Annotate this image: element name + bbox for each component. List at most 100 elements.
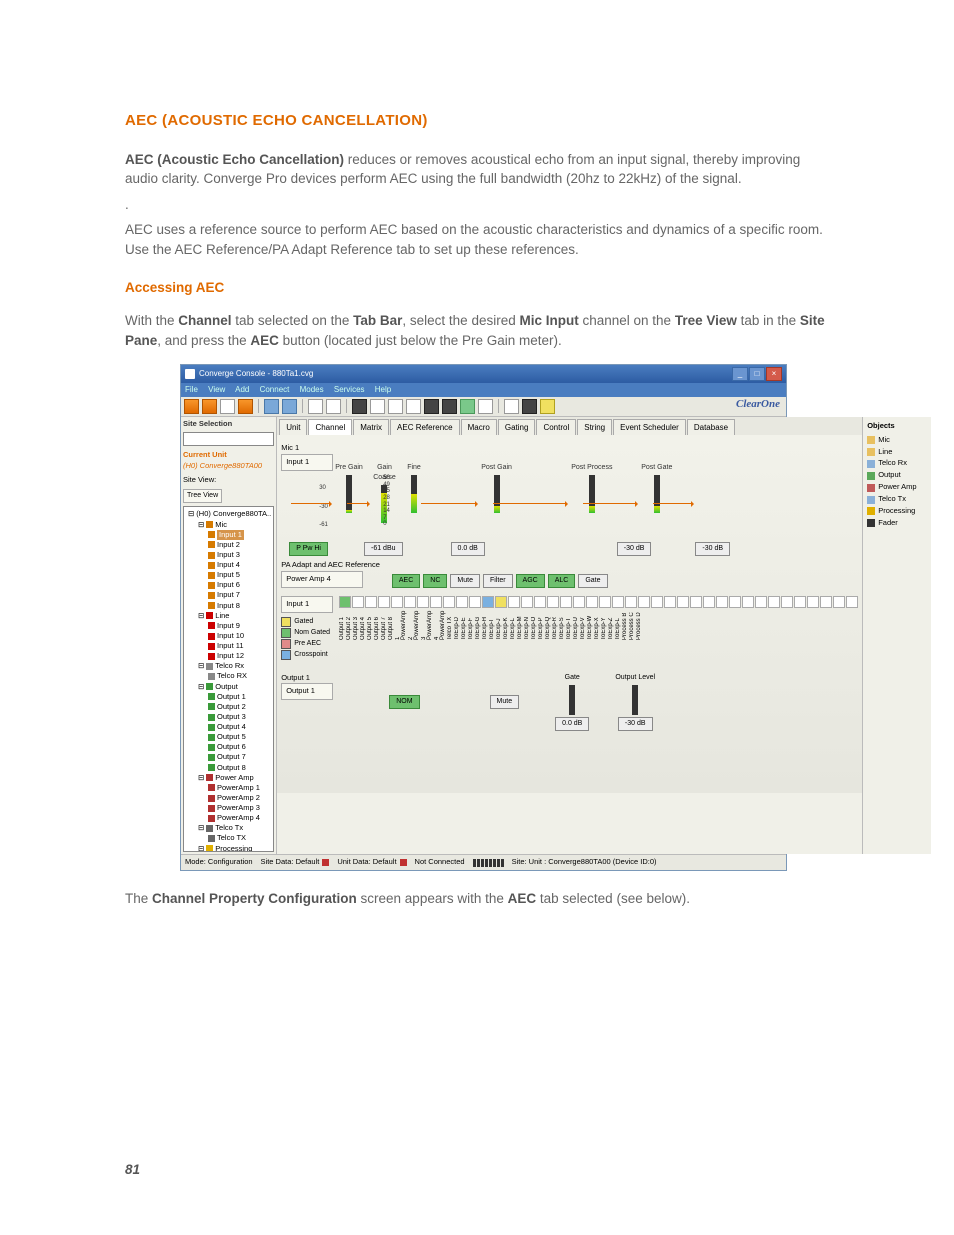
matrix-cell[interactable] bbox=[664, 596, 676, 608]
tree-item[interactable]: Output 6 bbox=[186, 742, 271, 752]
tree-item[interactable]: Output 3 bbox=[186, 712, 271, 722]
tree-view[interactable]: ⊟ (H0) Converge880TA.. ⊟ Mic Input 1 Inp… bbox=[183, 506, 274, 852]
toolbar-icon[interactable] bbox=[522, 399, 537, 414]
matrix-cell[interactable] bbox=[365, 596, 377, 608]
toolbar-icon[interactable] bbox=[352, 399, 367, 414]
matrix-cell[interactable] bbox=[456, 596, 468, 608]
matrix-cell[interactable] bbox=[781, 596, 793, 608]
matrix-cell[interactable] bbox=[534, 596, 546, 608]
menu-connect[interactable]: Connect bbox=[260, 385, 290, 394]
object-item[interactable]: Mic bbox=[867, 435, 927, 446]
tree-item[interactable]: Input 12 bbox=[186, 651, 271, 661]
toolbar-icon[interactable] bbox=[478, 399, 493, 414]
tree-item[interactable]: Output 5 bbox=[186, 732, 271, 742]
toolbar-icon[interactable] bbox=[184, 399, 199, 414]
tree-group-telcotx[interactable]: ⊟ Telco Tx bbox=[186, 823, 271, 833]
tree-item[interactable]: Input 11 bbox=[186, 641, 271, 651]
matrix-cell[interactable] bbox=[391, 596, 403, 608]
toolbar-icon[interactable] bbox=[460, 399, 475, 414]
matrix-cell[interactable] bbox=[690, 596, 702, 608]
object-item[interactable]: Fader bbox=[867, 518, 927, 529]
matrix-cell[interactable] bbox=[612, 596, 624, 608]
mute-button[interactable]: Mute bbox=[450, 574, 480, 588]
nc-button[interactable]: NC bbox=[423, 574, 447, 588]
matrix-cell[interactable] bbox=[482, 596, 494, 608]
toolbar-icon[interactable] bbox=[406, 399, 421, 414]
matrix-cell[interactable] bbox=[586, 596, 598, 608]
matrix-cell[interactable] bbox=[547, 596, 559, 608]
matrix-cell[interactable] bbox=[404, 596, 416, 608]
matrix-row[interactable] bbox=[339, 596, 858, 608]
tree-item[interactable]: Input 8 bbox=[186, 601, 271, 611]
matrix-cell[interactable] bbox=[625, 596, 637, 608]
menu-modes[interactable]: Modes bbox=[300, 385, 324, 394]
output-gate-readout[interactable]: 0.0 dB bbox=[555, 717, 589, 731]
phantom-power-button[interactable]: P Pw Hi bbox=[289, 542, 328, 556]
matrix-cell[interactable] bbox=[638, 596, 650, 608]
tab-database[interactable]: Database bbox=[687, 419, 735, 436]
matrix-cell[interactable] bbox=[339, 596, 351, 608]
object-item[interactable]: Output bbox=[867, 470, 927, 481]
tree-group-mic[interactable]: ⊟ Mic bbox=[186, 520, 271, 530]
site-selection-dropdown[interactable] bbox=[183, 432, 274, 446]
toolbar-icon[interactable] bbox=[424, 399, 439, 414]
menu-view[interactable]: View bbox=[208, 385, 225, 394]
tree-item[interactable]: PowerAmp 3 bbox=[186, 803, 271, 813]
output-mute-button[interactable]: Mute bbox=[490, 695, 520, 709]
matrix-cell[interactable] bbox=[651, 596, 663, 608]
menu-file[interactable]: File bbox=[185, 385, 198, 394]
toolbar-icon[interactable] bbox=[370, 399, 385, 414]
tab-aec-reference[interactable]: AEC Reference bbox=[390, 419, 460, 436]
matrix-cell[interactable] bbox=[768, 596, 780, 608]
object-item[interactable]: Power Amp bbox=[867, 482, 927, 493]
matrix-cell[interactable] bbox=[495, 596, 507, 608]
tree-item[interactable]: Telco RX bbox=[186, 671, 271, 681]
matrix-cell[interactable] bbox=[729, 596, 741, 608]
tree-group-line[interactable]: ⊟ Line bbox=[186, 611, 271, 621]
toolbar-icon[interactable] bbox=[504, 399, 519, 414]
fine-slider[interactable] bbox=[411, 475, 417, 513]
matrix-cell[interactable] bbox=[807, 596, 819, 608]
toolbar-icon[interactable] bbox=[202, 399, 217, 414]
matrix-cell[interactable] bbox=[755, 596, 767, 608]
toolbar-help-icon[interactable] bbox=[540, 399, 555, 414]
toolbar-icon[interactable] bbox=[282, 399, 297, 414]
tree-item[interactable]: PowerAmp 1 bbox=[186, 783, 271, 793]
matrix-cell[interactable] bbox=[573, 596, 585, 608]
pa-ref-dropdown[interactable]: Power Amp 4 bbox=[281, 571, 363, 588]
filter-button[interactable]: Filter bbox=[483, 574, 513, 588]
tree-item[interactable]: Input 7 bbox=[186, 590, 271, 600]
object-item[interactable]: Line bbox=[867, 447, 927, 458]
tree-item[interactable]: Input 5 bbox=[186, 570, 271, 580]
matrix-cell[interactable] bbox=[443, 596, 455, 608]
tab-matrix[interactable]: Matrix bbox=[353, 419, 389, 436]
tree-item[interactable]: Telco TX bbox=[186, 833, 271, 843]
window-maximize-button[interactable]: □ bbox=[749, 367, 765, 381]
input-label-box[interactable]: Input 1 bbox=[281, 454, 333, 471]
tree-item[interactable]: Input 2 bbox=[186, 540, 271, 550]
matrix-cell[interactable] bbox=[742, 596, 754, 608]
tree-group-output[interactable]: ⊟ Output bbox=[186, 682, 271, 692]
output-name-box[interactable]: Output 1 bbox=[281, 683, 333, 700]
matrix-cell[interactable] bbox=[560, 596, 572, 608]
matrix-cell[interactable] bbox=[716, 596, 728, 608]
agc-button[interactable]: AGC bbox=[516, 574, 545, 588]
matrix-cell[interactable] bbox=[417, 596, 429, 608]
aec-button[interactable]: AEC bbox=[392, 574, 420, 588]
tab-string[interactable]: String bbox=[577, 419, 612, 436]
tab-macro[interactable]: Macro bbox=[461, 419, 497, 436]
tree-group-poweramp[interactable]: ⊟ Power Amp bbox=[186, 773, 271, 783]
matrix-cell[interactable] bbox=[833, 596, 845, 608]
tree-item[interactable]: Input 10 bbox=[186, 631, 271, 641]
matrix-cell[interactable] bbox=[430, 596, 442, 608]
window-close-button[interactable]: × bbox=[766, 367, 782, 381]
tree-item[interactable]: Output 4 bbox=[186, 722, 271, 732]
tree-item[interactable]: Input 3 bbox=[186, 550, 271, 560]
fine-readout[interactable]: 0.0 dB bbox=[451, 542, 485, 556]
tab-unit[interactable]: Unit bbox=[279, 419, 307, 436]
toolbar-icon[interactable] bbox=[442, 399, 457, 414]
matrix-cell[interactable] bbox=[820, 596, 832, 608]
tab-channel[interactable]: Channel bbox=[308, 419, 352, 436]
tree-item[interactable]: PowerAmp 4 bbox=[186, 813, 271, 823]
tree-item[interactable]: Input 4 bbox=[186, 560, 271, 570]
